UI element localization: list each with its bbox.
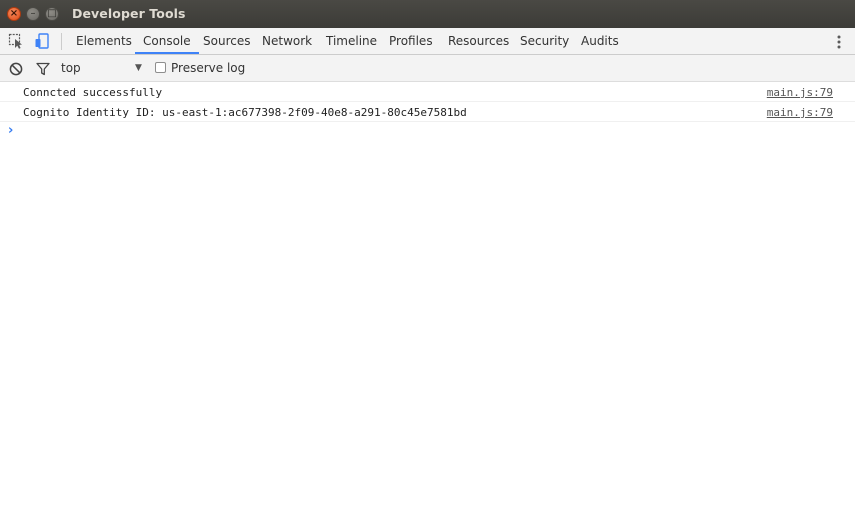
console-messages: Conncted successfully main.js:79 Cognito… [0,82,855,122]
vertical-ellipsis-icon[interactable] [835,34,843,50]
context-selector[interactable]: top ▼ [57,58,147,78]
tab-console[interactable]: Console [135,28,199,54]
tab-profiles[interactable]: Profiles [381,28,441,54]
console-toolbar: top ▼ Preserve log [0,55,855,82]
message-source-link[interactable]: main.js:79 [767,86,833,99]
tab-timeline[interactable]: Timeline [318,28,385,54]
console-input[interactable] [22,123,832,139]
filter-icon[interactable] [36,61,50,76]
console-message: Conncted successfully main.js:79 [0,82,855,102]
message-text: Conncted successfully [23,86,163,99]
message-source-link[interactable]: main.js:79 [767,106,833,119]
tab-security[interactable]: Security [512,28,577,54]
device-mode-icon[interactable] [34,33,50,49]
console-message: Cognito Identity ID: us-east-1:ac677398-… [0,102,855,122]
preserve-log-label: Preserve log [171,61,246,75]
context-value: top [61,61,81,75]
window-minimize-button[interactable]: – [26,7,40,21]
clear-console-icon[interactable] [9,61,23,76]
console-prompt-icon: › [8,123,14,138]
tab-resources[interactable]: Resources [440,28,517,54]
window-titlebar: × – □ Developer Tools [0,0,855,28]
tab-sources[interactable]: Sources [195,28,258,54]
tab-network[interactable]: Network [254,28,320,54]
inspect-element-icon[interactable] [8,33,24,49]
devtools-toolbar: Elements Console Sources Network Timelin… [0,28,855,55]
tab-elements[interactable]: Elements [68,28,140,54]
window-maximize-button[interactable]: □ [45,7,59,21]
preserve-log-checkbox[interactable] [155,62,166,73]
message-text: Cognito Identity ID: us-east-1:ac677398-… [23,106,467,119]
window-title: Developer Tools [72,6,186,21]
window-close-button[interactable]: × [7,7,21,21]
chevron-down-icon: ▼ [135,63,142,73]
tab-audits[interactable]: Audits [573,28,627,54]
toolbar-separator [61,33,62,50]
